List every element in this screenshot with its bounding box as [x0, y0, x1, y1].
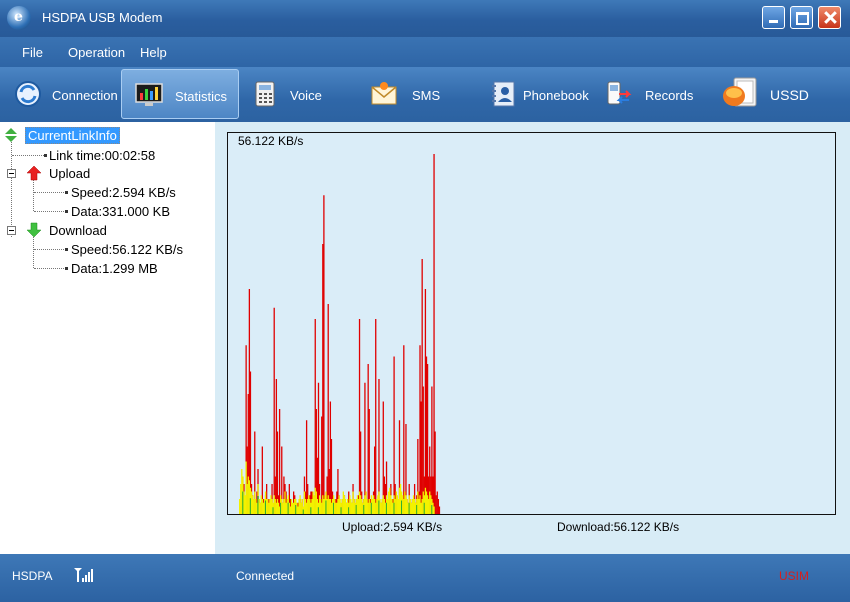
tree-node-download-speed[interactable]: Speed:56.122 KB/s — [71, 242, 183, 257]
ussd-button[interactable]: USSD — [720, 69, 830, 119]
envelope-icon — [371, 82, 397, 105]
connection-label: Connection — [52, 88, 118, 103]
status-bar: HSDPA Connected USIM — [0, 554, 850, 602]
tree-bullet — [65, 248, 68, 251]
ussd-icon — [723, 77, 757, 107]
link-info-tree: CurrentLinkInfo Link time:00:02:58 Uploa… — [0, 122, 215, 554]
network-type: HSDPA — [12, 569, 53, 583]
tree-connector — [34, 192, 66, 193]
phone-icon — [255, 81, 275, 107]
phonebook-button[interactable]: Phonebook — [485, 69, 595, 119]
statistics-button[interactable]: Statistics — [121, 69, 239, 119]
tree-bullet — [44, 154, 47, 157]
phonebook-icon — [492, 81, 515, 107]
connection-status: Connected — [236, 569, 295, 583]
tree-connector — [12, 155, 46, 156]
minimize-button[interactable] — [762, 6, 785, 29]
tree-node-upload-speed[interactable]: Speed:2.594 KB/s — [71, 185, 176, 200]
menu-bar: File Operation Help — [0, 37, 850, 67]
download-bar — [375, 319, 377, 514]
statistics-icon — [135, 83, 163, 106]
sim-type: USIM — [779, 569, 809, 583]
tree-connector — [34, 211, 66, 212]
download-bar — [323, 195, 325, 514]
menu-file[interactable]: File — [22, 45, 43, 60]
records-label: Records — [645, 88, 694, 103]
connection-button[interactable]: Connection — [8, 69, 118, 119]
close-button[interactable] — [818, 6, 841, 29]
phonebook-label: Phonebook — [523, 88, 589, 103]
sms-label: SMS — [412, 88, 441, 103]
connection-icon — [15, 81, 41, 107]
voice-label: Voice — [290, 88, 322, 103]
link-status-icon — [5, 128, 17, 142]
upload-bar — [433, 506, 435, 514]
throughput-chart-svg — [239, 154, 441, 514]
tree-node-current-link-info[interactable]: CurrentLinkInfo — [25, 127, 120, 144]
statistics-panel: 56.122 KB/s Upload:2.594 KB/s Download:5… — [215, 122, 850, 554]
tree-node-download-data[interactable]: Data:1.299 MB — [71, 261, 158, 276]
tree-bullet — [65, 191, 68, 194]
records-icon — [607, 81, 632, 105]
tree-bullet — [65, 267, 68, 270]
download-bar — [438, 506, 441, 514]
graph-peak-label: 56.122 KB/s — [238, 134, 304, 148]
title-bar: e HSDPA USB Modem — [0, 0, 850, 37]
sms-button[interactable]: SMS — [364, 69, 454, 119]
upload-speed-legend: Upload:2.594 KB/s — [342, 520, 443, 534]
tree-node-upload-data[interactable]: Data:331.000 KB — [71, 204, 170, 219]
download-collapse-toggle[interactable] — [7, 226, 16, 235]
app-logo-icon: e — [7, 6, 31, 30]
maximize-button[interactable] — [790, 6, 813, 29]
tree-connector — [33, 237, 34, 268]
download-bar — [403, 345, 405, 514]
download-bar — [368, 409, 370, 514]
download-arrow-icon — [26, 222, 42, 238]
window-title: HSDPA USB Modem — [42, 10, 163, 25]
menu-help[interactable]: Help — [140, 45, 167, 60]
tree-connector — [34, 249, 66, 250]
download-speed-legend: Download:56.122 KB/s — [557, 520, 680, 534]
menu-operation[interactable]: Operation — [68, 45, 125, 60]
tree-connector — [34, 268, 66, 269]
toolbar: Connection Statistics Voice SMS Phoneboo… — [0, 67, 850, 122]
tree-node-download[interactable]: Download — [49, 223, 107, 238]
records-button[interactable]: Records — [600, 69, 705, 119]
tree-node-upload[interactable]: Upload — [49, 166, 90, 181]
signal-strength-icon — [74, 568, 93, 582]
upload-arrow-icon — [26, 165, 42, 181]
ussd-label: USSD — [770, 87, 809, 103]
statistics-label: Statistics — [175, 89, 228, 104]
throughput-graph: 56.122 KB/s — [227, 132, 836, 515]
tree-connector — [33, 180, 34, 211]
tree-connector — [11, 138, 12, 237]
tree-node-link-time[interactable]: Link time:00:02:58 — [49, 148, 155, 163]
upload-collapse-toggle[interactable] — [7, 169, 16, 178]
tree-bullet — [65, 210, 68, 213]
voice-button[interactable]: Voice — [245, 69, 340, 119]
